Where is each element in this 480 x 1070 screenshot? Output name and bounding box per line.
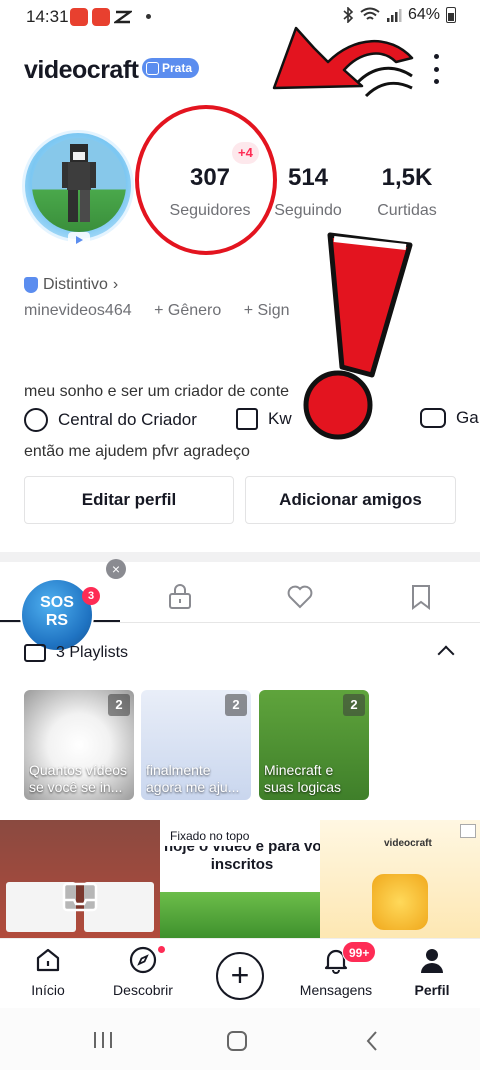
- lock-icon[interactable]: [167, 584, 193, 610]
- shop-label: Kw: [268, 409, 292, 428]
- nav-home[interactable]: Início: [0, 946, 98, 998]
- shop-link[interactable]: Kw: [236, 408, 292, 430]
- nav-discover[interactable]: Descobrir: [93, 946, 193, 998]
- recent-apps-icon[interactable]: [92, 1030, 114, 1050]
- battery-icon: [446, 7, 456, 23]
- home-icon: [36, 948, 60, 972]
- edit-profile-button[interactable]: Editar perfil: [24, 476, 234, 524]
- badge-label: Prata: [162, 61, 193, 75]
- story-title: SOS RS: [40, 594, 74, 629]
- playlist-card[interactable]: 2 Quantos vídeos se você se in...: [24, 690, 134, 800]
- nav-discover-label: Descobrir: [113, 982, 173, 998]
- creator-center-link[interactable]: Central do Criador: [24, 408, 197, 432]
- notification-dot-icon: [146, 14, 151, 19]
- bluetooth-icon: [343, 7, 354, 23]
- more-vertical-icon[interactable]: [430, 54, 442, 84]
- story-count-badge: 3: [82, 587, 100, 605]
- likes-count[interactable]: 1,5K: [352, 164, 462, 192]
- playlists-header[interactable]: 3 Playlists: [24, 644, 128, 662]
- profile-meta-row: minevideos464 + Gênero + Sign: [24, 302, 290, 320]
- shield-icon: [24, 277, 38, 293]
- messages-badge: 99+: [342, 941, 377, 963]
- playlists-label: 3 Playlists: [56, 644, 129, 661]
- add-friends-button[interactable]: Adicionar amigos: [245, 476, 456, 524]
- play-icon: [68, 232, 90, 248]
- close-icon[interactable]: ×: [106, 559, 126, 579]
- playlist-title: finalmente agora me aju...: [146, 762, 240, 795]
- create-button[interactable]: +: [216, 952, 264, 1000]
- lightning-icon: [24, 408, 48, 432]
- playlist-count: 2: [108, 694, 130, 716]
- signal-icon: [386, 9, 402, 22]
- section-divider: [0, 552, 480, 562]
- nav-home-label: Início: [31, 982, 65, 998]
- chevron-right-icon: ›: [112, 276, 119, 293]
- discover-notification-dot: [158, 946, 165, 953]
- nav-profile-label: Perfil: [414, 982, 450, 998]
- playlist-count: 2: [343, 694, 365, 716]
- creator-center-label: Central do Criador: [58, 410, 197, 429]
- games-label: Ga: [456, 408, 479, 427]
- pinned-label: Fixado no topo: [164, 826, 256, 846]
- status-time: 14:31: [26, 7, 69, 26]
- badge-icon: [146, 61, 159, 75]
- home-button-icon[interactable]: [226, 1030, 248, 1052]
- profile-handle: minevideos464: [24, 302, 132, 319]
- bio-line-1: meu sonho e ser um criador de conte: [24, 383, 290, 400]
- annotation-arrow-icon: [272, 26, 414, 98]
- video-thumbnail[interactable]: [0, 820, 160, 940]
- minecraft-skin-icon: [62, 144, 96, 222]
- capcut-icon: [112, 8, 134, 26]
- playlist-title: Minecraft e suas logicas: [264, 762, 342, 795]
- annotation-exclamation-icon: [303, 232, 413, 440]
- system-navigation-bar: [0, 1008, 480, 1070]
- playlist-card[interactable]: 2 Minecraft e suas logicas: [259, 690, 369, 800]
- inbox-icon: [62, 882, 98, 912]
- chevron-up-icon[interactable]: [437, 645, 455, 663]
- annotation-circle: [135, 105, 277, 255]
- playlist-card[interactable]: 2 finalmente agora me aju...: [141, 690, 251, 800]
- distintivo-link[interactable]: Distintivo ›: [24, 276, 118, 294]
- playlist-icon: [24, 644, 46, 662]
- add-gender-link[interactable]: + Gênero: [154, 302, 221, 319]
- playlist-count: 2: [225, 694, 247, 716]
- add-sign-link[interactable]: + Sign: [244, 302, 290, 319]
- nav-messages-label: Mensagens: [299, 982, 373, 998]
- story-bubble[interactable]: SOS RS: [20, 578, 94, 652]
- image-icon: [460, 824, 476, 838]
- bookmark-icon[interactable]: [408, 584, 434, 610]
- compass-icon: [129, 946, 157, 974]
- shopping-bag-icon: [236, 408, 258, 430]
- person-icon: [421, 949, 443, 973]
- video-thumbnail[interactable]: videocraft: [320, 820, 480, 940]
- capcut-icon: [92, 8, 110, 26]
- playlist-title: Quantos vídeos se você se in...: [29, 762, 128, 795]
- profile-username: videocraft: [24, 56, 139, 84]
- bio-line-2: então me ajudem pfvr agradeço: [24, 443, 250, 460]
- video-brand: videocraft: [384, 838, 432, 849]
- wifi-icon: [360, 7, 380, 20]
- distintivo-label: Distintivo: [43, 276, 108, 293]
- prata-badge[interactable]: Prata: [142, 58, 200, 78]
- capcut-icon: [70, 8, 88, 26]
- back-icon[interactable]: [364, 1030, 380, 1052]
- heart-icon[interactable]: [287, 584, 313, 610]
- nav-profile[interactable]: Perfil: [382, 946, 480, 998]
